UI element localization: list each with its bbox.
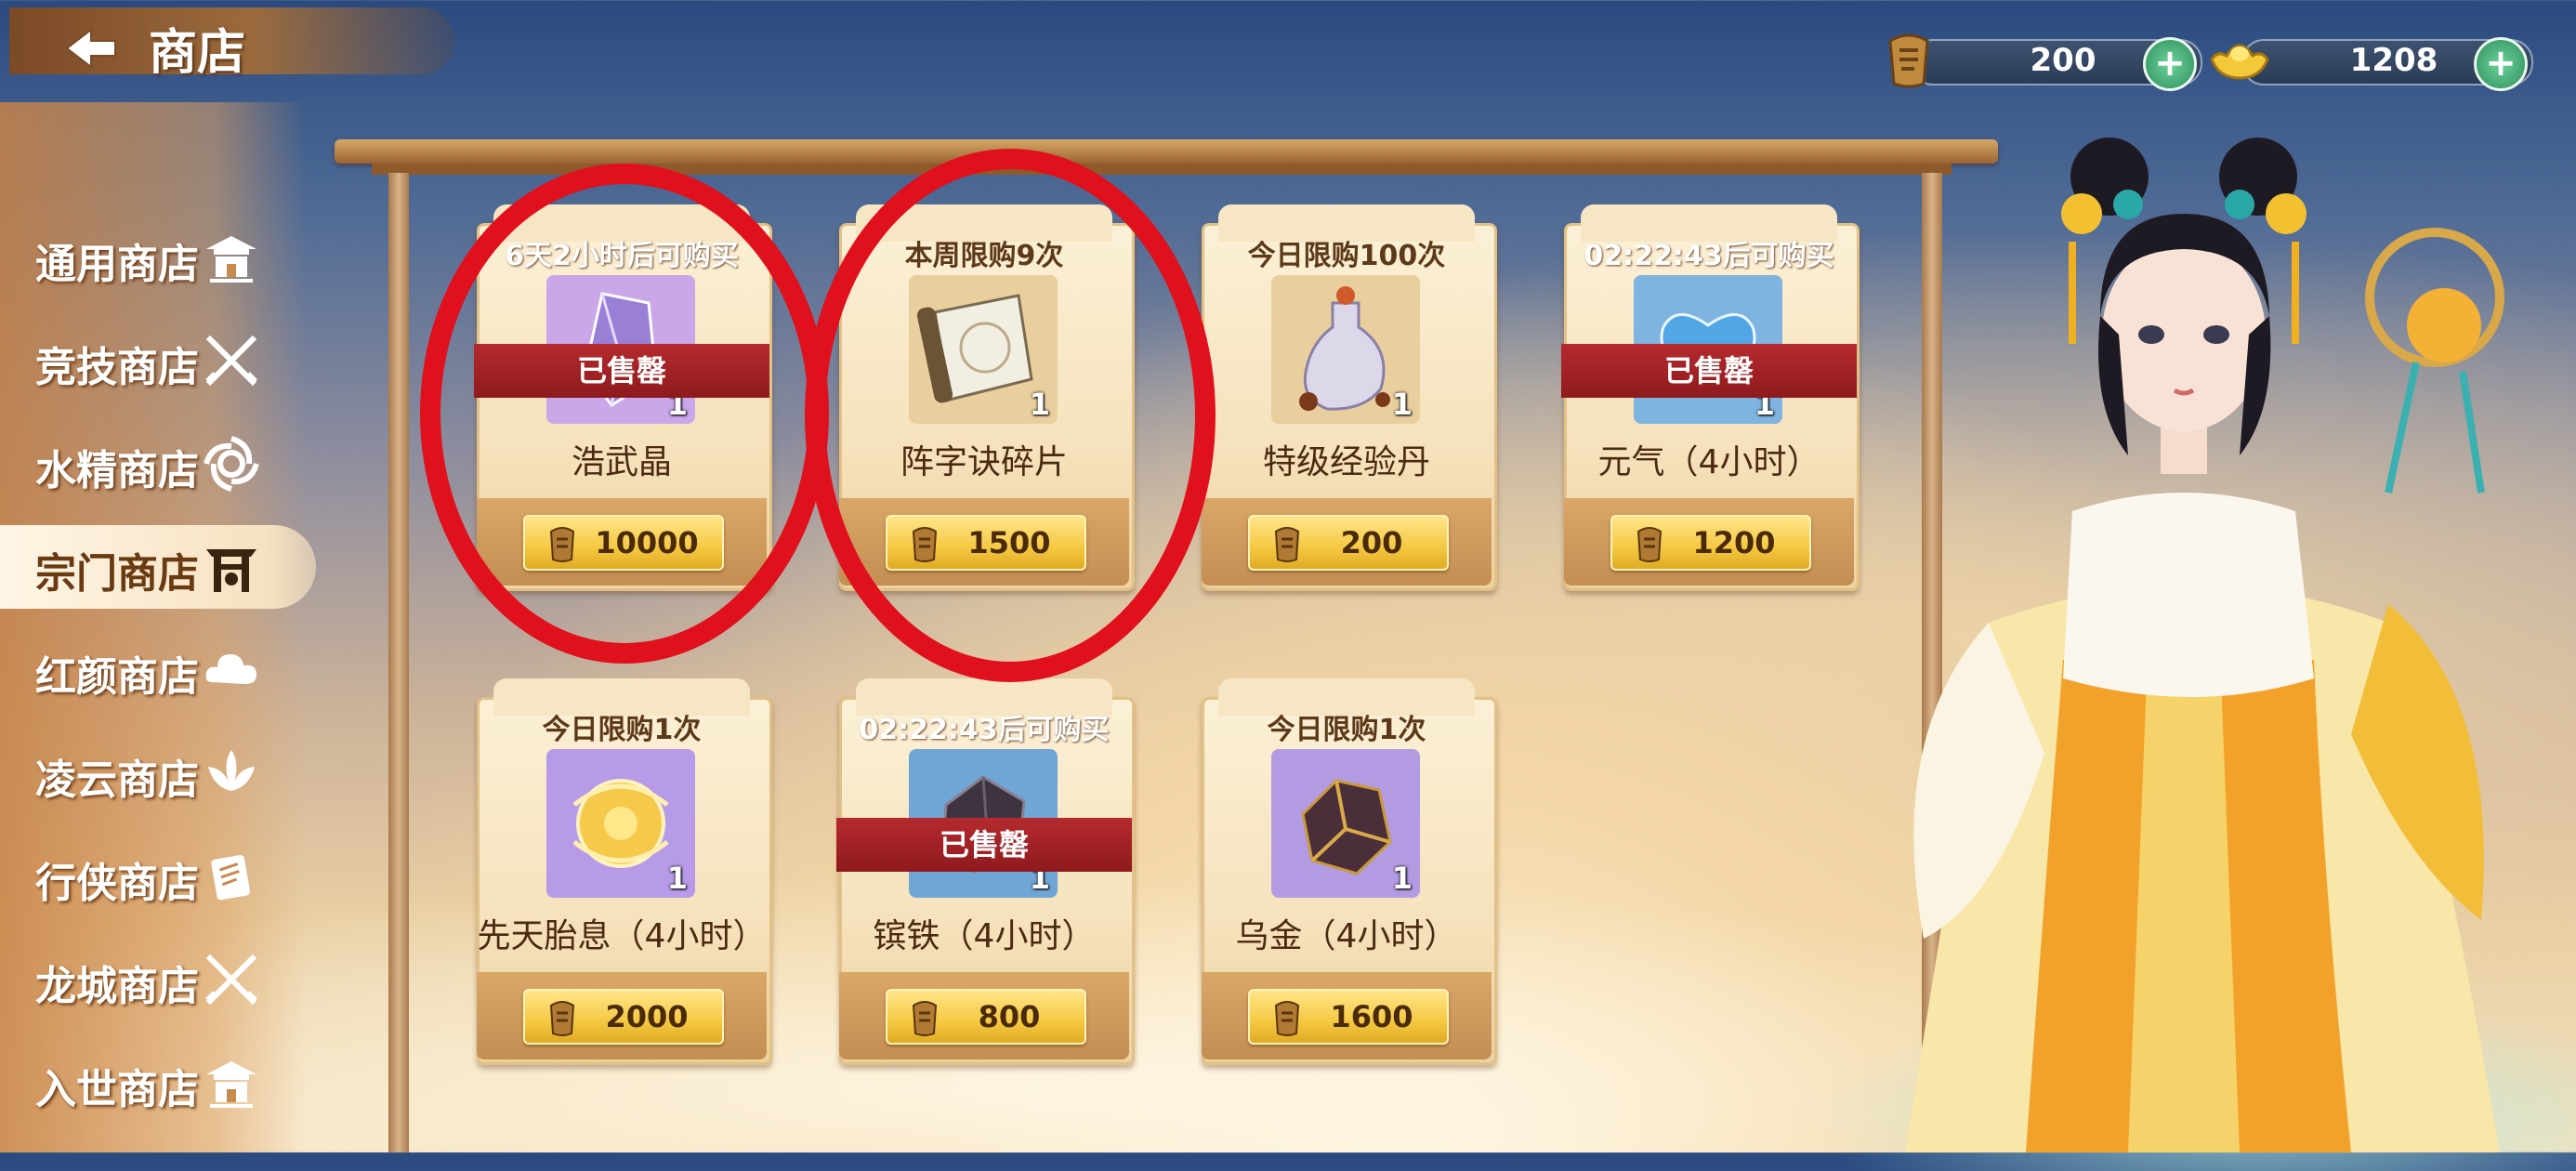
sidebar-item-label: 宗门商店 <box>35 550 199 598</box>
sidebar-item-knight-shop[interactable]: 行侠商店 <box>0 835 316 918</box>
dark-gold-ore-icon: 1 <box>1271 749 1420 898</box>
price-zone: 200 <box>1202 498 1492 586</box>
item-quantity: 1 <box>1391 861 1413 896</box>
sold-out-label: 已售罄 <box>939 827 1029 862</box>
sidebar-item-label: 龙城商店 <box>35 963 199 1010</box>
golden-orb-icon: 1 <box>546 749 695 898</box>
item-name: 先天胎息（4小时） <box>477 917 767 955</box>
pavilion-icon <box>203 1054 260 1112</box>
gold-ingot-icon <box>2208 28 2271 91</box>
sidebar-item-label: 凌云商店 <box>35 757 199 804</box>
crossed-swords-icon <box>203 332 260 389</box>
item-quantity: 1 <box>666 861 688 896</box>
token-currency-display: 200 + <box>1877 28 2212 91</box>
shopkeeper-character <box>1794 102 2576 1152</box>
price-zone: 2000 <box>477 972 767 1059</box>
buy-button[interactable]: 1200 <box>1610 515 1811 571</box>
add-gold-button[interactable]: + <box>2474 37 2528 91</box>
gold-amount: 1208 <box>2349 42 2438 79</box>
shelf-frame-beam <box>335 139 1998 164</box>
scroll-icon <box>203 848 260 905</box>
token-icon <box>1274 527 1300 562</box>
item-price: 1200 <box>1692 525 1776 560</box>
page-title: 商店 <box>149 24 246 81</box>
purchase-limit-text: 今日限购1次 <box>1267 714 1426 746</box>
shop-item-card[interactable]: 02:22:43后可购买 1 已售罄 镔铁（4小时） 800 <box>836 678 1135 1065</box>
token-icon <box>1636 527 1663 562</box>
sidebar-item-label: 红颜商店 <box>35 653 199 701</box>
item-price: 200 <box>1340 525 1403 560</box>
item-name: 乌金（4小时） <box>1235 917 1458 955</box>
sidebar-item-arena-shop[interactable]: 竞技商店 <box>0 319 316 402</box>
item-price: 2000 <box>605 999 689 1034</box>
price-zone: 800 <box>839 972 1129 1059</box>
gate-icon <box>203 538 260 596</box>
back-arrow-icon <box>65 27 116 70</box>
buy-button[interactable]: 800 <box>886 989 1086 1045</box>
highlight-circle <box>420 164 829 664</box>
sidebar-item-sect-shop[interactable]: 宗门商店 <box>0 525 316 609</box>
swirl-icon <box>203 435 260 493</box>
shop-item-card[interactable]: 今日限购100次 1 特级经验丹 200 <box>1202 204 1497 591</box>
shelf-post-left <box>388 173 409 1152</box>
sidebar-item-lingyun-shop[interactable]: 凌云商店 <box>0 731 316 815</box>
sold-out-banner: 已售罄 <box>836 818 1132 872</box>
item-name: 镔铁（4小时） <box>873 917 1096 955</box>
buy-button[interactable]: 2000 <box>523 989 724 1045</box>
item-name: 特级经验丹 <box>1262 443 1430 481</box>
cloud-icon <box>203 641 260 699</box>
token-icon <box>549 1001 575 1036</box>
lotus-icon <box>203 744 260 802</box>
gold-currency-display: 1208 + <box>2208 28 2543 91</box>
shop-item-card[interactable]: 今日限购1次 1 乌金（4小时） 1600 <box>1202 678 1497 1065</box>
potion-icon: 1 <box>1271 275 1420 424</box>
sidebar-item-general-shop[interactable]: 通用商店 <box>0 216 316 299</box>
buy-button[interactable]: 1600 <box>1248 989 1449 1045</box>
token-icon <box>1274 1001 1300 1036</box>
sidebar-item-worldly-shop[interactable]: 入世商店 <box>0 1041 316 1125</box>
purchase-limit-text: 今日限购1次 <box>542 714 702 746</box>
sidebar-item-label: 通用商店 <box>35 241 199 288</box>
item-quantity: 1 <box>1391 387 1413 422</box>
sidebar-item-label: 入世商店 <box>35 1066 199 1113</box>
token-amount: 200 <box>2030 42 2096 79</box>
sidebar-item-label: 水精商店 <box>35 447 199 494</box>
price-zone: 1600 <box>1202 972 1492 1059</box>
sidebar-item-dragon-city-shop[interactable]: 龙城商店 <box>0 938 316 1021</box>
pavilion-icon <box>203 229 260 286</box>
item-price: 800 <box>978 999 1041 1034</box>
sidebar-item-beauty-shop[interactable]: 红颜商店 <box>0 628 316 712</box>
back-button[interactable] <box>59 24 119 72</box>
sidebar-item-label: 行侠商店 <box>35 860 199 907</box>
sidebar-item-label: 竞技商店 <box>35 344 199 391</box>
purchase-limit-text: 02:22:43后可购买 <box>859 714 1110 746</box>
token-icon <box>1877 28 1940 91</box>
buy-button[interactable]: 200 <box>1248 515 1449 571</box>
purchase-limit-text: 今日限购100次 <box>1247 240 1446 272</box>
crossed-swords-icon <box>203 951 260 1008</box>
shop-item-card[interactable]: 今日限购1次 1 先天胎息（4小时） 2000 <box>477 678 772 1065</box>
token-icon <box>912 1001 938 1036</box>
add-token-button[interactable]: + <box>2143 37 2197 91</box>
item-price: 1600 <box>1330 999 1413 1034</box>
header-bar: 商店 <box>9 7 455 81</box>
highlight-circle <box>805 149 1216 682</box>
sidebar-item-water-essence-shop[interactable]: 水精商店 <box>0 422 316 506</box>
